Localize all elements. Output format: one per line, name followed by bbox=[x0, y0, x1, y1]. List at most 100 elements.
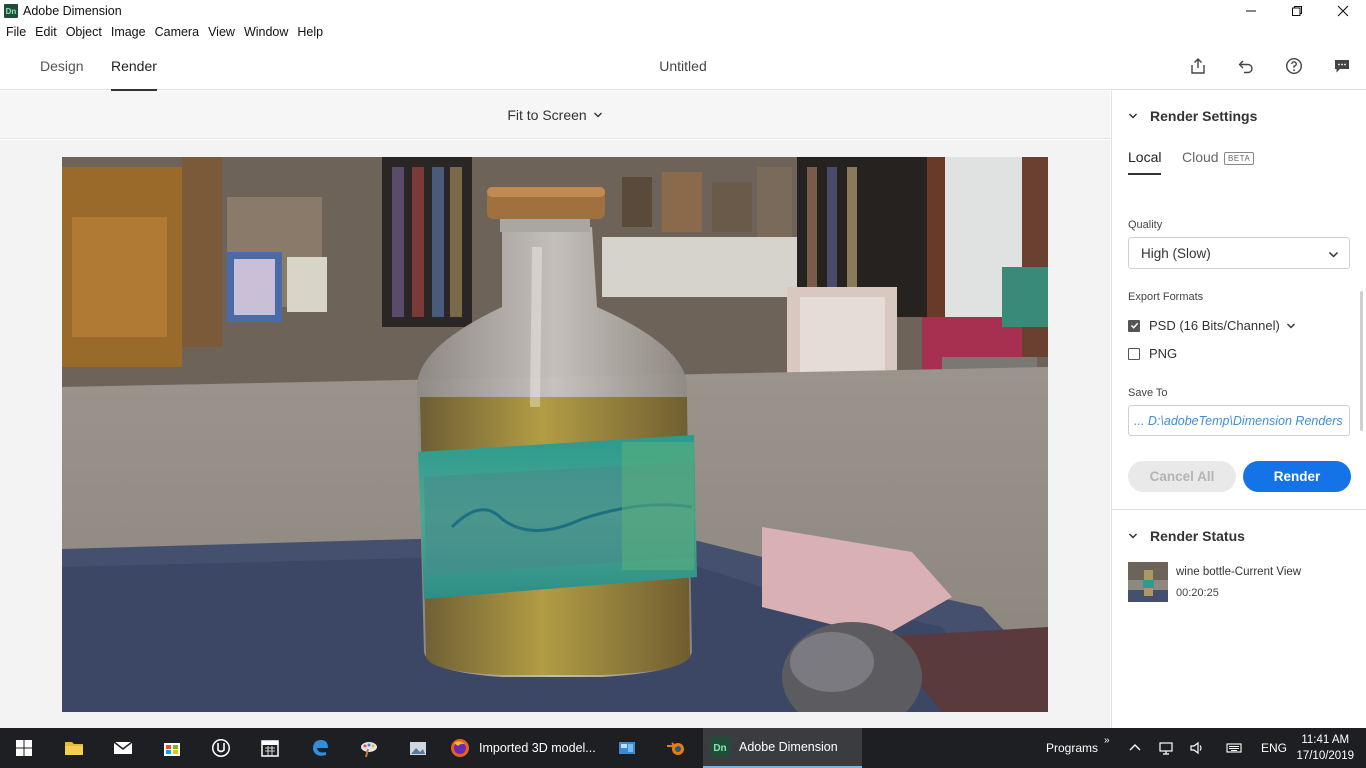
export-formats-label: Export Formats bbox=[1128, 291, 1204, 303]
network-button[interactable] bbox=[1158, 728, 1174, 768]
chevron-down-icon bbox=[1128, 113, 1138, 119]
chevron-up-icon bbox=[1129, 744, 1141, 751]
menu-help[interactable]: Help bbox=[297, 25, 323, 39]
chevron-down-icon bbox=[1128, 533, 1138, 539]
chevron-down-icon bbox=[1328, 251, 1339, 258]
panel-divider bbox=[1112, 509, 1366, 510]
psd-options-chevron-icon[interactable] bbox=[1286, 321, 1296, 331]
programs-label: Programs bbox=[1046, 741, 1099, 755]
png-label: PNG bbox=[1149, 346, 1178, 361]
menu-image[interactable]: Image bbox=[111, 25, 146, 39]
render-button[interactable]: Render bbox=[1243, 461, 1351, 492]
svg-text:Dn: Dn bbox=[713, 743, 726, 754]
menu-window[interactable]: Window bbox=[244, 25, 288, 39]
quality-label: Quality bbox=[1128, 219, 1163, 231]
fit-to-screen-dropdown[interactable]: Fit to Screen bbox=[507, 107, 602, 123]
render-status-title: Render Status bbox=[1150, 528, 1245, 544]
share-button[interactable] bbox=[1186, 54, 1210, 78]
keyboard-icon bbox=[1226, 743, 1242, 753]
render-canvas bbox=[0, 140, 1110, 728]
taskbar-clock[interactable]: 11:41 AM 17/10/2019 bbox=[1296, 732, 1354, 764]
save-to-path-field[interactable]: ... D:\adobeTemp\Dimension Renders bbox=[1128, 405, 1350, 436]
render-thumbnail[interactable] bbox=[1128, 562, 1168, 602]
taskbar-mail[interactable] bbox=[99, 728, 147, 768]
taskbar-paint[interactable] bbox=[345, 728, 393, 768]
bottle-render-picture bbox=[62, 157, 1048, 712]
windows-taskbar: Imported 3D model... Dn Adobe Dimension … bbox=[0, 728, 1366, 768]
folder-icon bbox=[65, 742, 83, 755]
tab-design[interactable]: Design bbox=[40, 42, 84, 90]
format-png-row: PNG bbox=[1128, 346, 1177, 361]
touch-keyboard-button[interactable] bbox=[1223, 728, 1245, 768]
window-controls bbox=[1228, 0, 1366, 22]
quality-value: High (Slow) bbox=[1141, 245, 1211, 261]
close-button[interactable] bbox=[1320, 0, 1366, 22]
save-to-label: Save To bbox=[1128, 387, 1168, 399]
close-icon bbox=[1337, 5, 1349, 17]
programs-toolbar[interactable]: Programs » bbox=[1046, 728, 1110, 768]
undo-button[interactable] bbox=[1234, 54, 1258, 78]
menu-file[interactable]: File bbox=[6, 25, 26, 39]
panel-scrollbar[interactable] bbox=[1360, 291, 1363, 431]
minimize-button[interactable] bbox=[1228, 0, 1274, 22]
mail-icon bbox=[113, 741, 133, 754]
taskbar-edge[interactable] bbox=[296, 728, 344, 768]
undo-icon bbox=[1238, 60, 1253, 74]
minimize-icon bbox=[1246, 10, 1256, 12]
restore-icon bbox=[1292, 6, 1302, 16]
calendar-icon bbox=[261, 740, 279, 757]
tab-cloud[interactable]: Cloud bbox=[1182, 149, 1219, 173]
taskbar-store[interactable] bbox=[148, 728, 196, 768]
feedback-button[interactable] bbox=[1330, 54, 1354, 78]
taskbar-blender[interactable] bbox=[652, 728, 700, 768]
psd-checkbox[interactable] bbox=[1128, 319, 1140, 332]
input-language-button[interactable]: ENG bbox=[1261, 728, 1287, 768]
store-icon bbox=[164, 743, 180, 756]
png-checkbox[interactable] bbox=[1128, 347, 1140, 360]
taskbar-dimension-window[interactable]: Dn Adobe Dimension bbox=[703, 728, 862, 768]
render-settings-header[interactable]: Render Settings bbox=[1128, 108, 1257, 124]
unreal-engine-icon bbox=[212, 739, 230, 757]
feedback-icon bbox=[1335, 60, 1349, 73]
menu-camera[interactable]: Camera bbox=[155, 25, 199, 39]
tab-local[interactable]: Local bbox=[1128, 149, 1162, 175]
taskbar-file-explorer[interactable] bbox=[50, 728, 98, 768]
taskbar-photos[interactable] bbox=[394, 728, 442, 768]
title-bar: Dn Adobe Dimension bbox=[0, 0, 1366, 22]
clock-time: 11:41 AM bbox=[1301, 734, 1350, 746]
tab-render-label: Render bbox=[111, 58, 157, 74]
clock-date: 17/10/2019 bbox=[1296, 750, 1354, 762]
menu-object[interactable]: Object bbox=[66, 25, 102, 39]
format-psd-row: PSD (16 Bits/Channel) bbox=[1128, 318, 1296, 333]
render-status-header[interactable]: Render Status bbox=[1128, 528, 1245, 544]
restore-button[interactable] bbox=[1274, 0, 1320, 22]
show-hidden-icons-button[interactable] bbox=[1127, 728, 1143, 768]
document-title: Untitled bbox=[659, 58, 707, 74]
double-chevron-icon: » bbox=[1104, 734, 1110, 746]
start-button[interactable] bbox=[0, 728, 48, 768]
beta-badge: BETA bbox=[1224, 152, 1255, 165]
menu-edit[interactable]: Edit bbox=[35, 25, 57, 39]
dimension-icon: Dn bbox=[710, 737, 730, 757]
edge-browser-icon bbox=[313, 740, 328, 756]
help-button[interactable] bbox=[1282, 54, 1306, 78]
quality-select[interactable]: High (Slow) bbox=[1128, 237, 1350, 269]
render-status-item-name: wine bottle-Current View bbox=[1176, 566, 1302, 578]
taskbar-calendar[interactable] bbox=[246, 728, 294, 768]
taskbar-control-panel[interactable] bbox=[603, 728, 651, 768]
dimension-app-icon: Dn bbox=[4, 4, 18, 18]
tab-render[interactable]: Render bbox=[111, 42, 157, 91]
volume-button[interactable] bbox=[1189, 728, 1205, 768]
zoom-label: Fit to Screen bbox=[507, 106, 587, 123]
view-bar: Fit to Screen bbox=[0, 91, 1110, 139]
cancel-all-button[interactable]: Cancel All bbox=[1128, 461, 1236, 492]
dimension-window-label: Adobe Dimension bbox=[739, 740, 838, 754]
taskbar-unreal[interactable] bbox=[197, 728, 245, 768]
render-preview-image[interactable] bbox=[62, 157, 1048, 712]
menu-view[interactable]: View bbox=[208, 25, 235, 39]
windows-logo-icon bbox=[16, 740, 32, 756]
paint-icon bbox=[361, 742, 377, 758]
render-status-item-time: 00:20:25 bbox=[1176, 587, 1219, 599]
network-icon bbox=[1159, 742, 1173, 755]
render-settings-title: Render Settings bbox=[1150, 108, 1258, 124]
